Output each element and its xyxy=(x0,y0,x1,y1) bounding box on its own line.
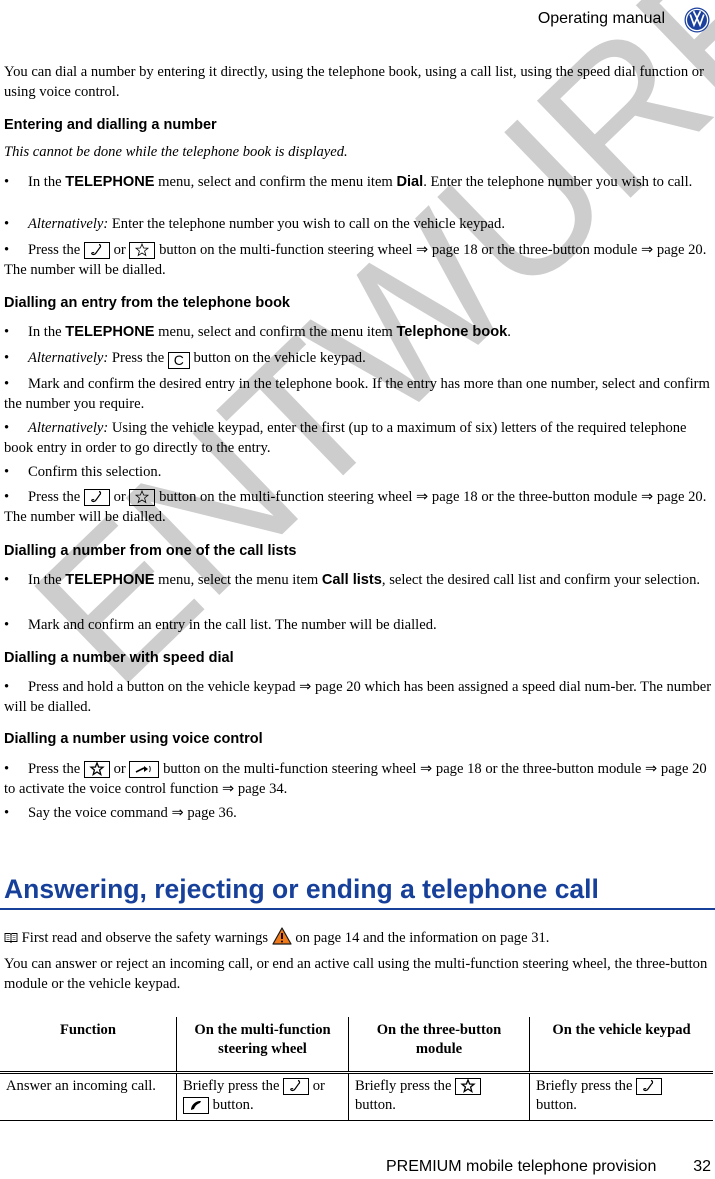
cell-vehicle-keypad: Briefly press the button. xyxy=(529,1072,713,1121)
menu-name: TELEPHONE xyxy=(65,572,155,588)
intro-paragraph: You can dial a number by entering it dir… xyxy=(4,64,704,100)
list-item: • In the TELEPHONE menu, select and confi… xyxy=(4,324,511,340)
answering-intro: You can answer or reject an incoming cal… xyxy=(4,956,708,992)
warning-icon xyxy=(272,927,292,945)
phone-key-icon xyxy=(283,1078,310,1095)
cell-function: Answer an incoming call. xyxy=(0,1072,177,1121)
list-item: • In the TELEPHONE menu, select and confi… xyxy=(4,174,693,190)
star-key-icon xyxy=(129,489,156,506)
list-item: • Press the or button on the multi-functi… xyxy=(4,489,707,525)
star-key-icon xyxy=(83,761,110,778)
star-key-icon xyxy=(129,242,156,259)
header-title: Operating manual xyxy=(537,10,665,27)
star-key-icon xyxy=(455,1078,482,1095)
list-item: • Alternatively: Press the C button on th… xyxy=(4,350,366,369)
handset-key-icon xyxy=(183,1097,209,1114)
menu-name: TELEPHONE xyxy=(65,174,155,190)
section-title-voice: Dialling a number using voice control xyxy=(4,731,263,747)
column-header-function: Function xyxy=(0,1017,177,1074)
column-header-steering-wheel: On the multi-function steering wheel xyxy=(176,1017,349,1074)
voice-control-key-icon xyxy=(129,761,160,778)
column-header-vehicle-keypad: On the vehicle keypad xyxy=(529,1017,713,1074)
entering-note: This cannot be done while the telephone … xyxy=(4,144,348,160)
section-title-book: Dialling an entry from the telephone boo… xyxy=(4,295,290,311)
page-title: Answering, rejecting or ending a telepho… xyxy=(4,874,599,904)
list-item: • Alternatively: Using the vehicle keypad… xyxy=(4,420,687,456)
list-item: • Confirm this selection. xyxy=(4,464,162,480)
c-key: C xyxy=(167,352,190,369)
heading-rule xyxy=(0,908,715,910)
safety-note: First read and observe the safety warnin… xyxy=(4,927,711,948)
menu-item-name: Call lists xyxy=(321,572,382,588)
table-header-row: Function On the multi-function steering … xyxy=(0,1017,713,1074)
phone-key-icon xyxy=(83,489,110,506)
section-title-speed: Dialling a number with speed dial xyxy=(4,650,234,666)
list-item: • Mark and confirm the desired entry in t… xyxy=(4,376,710,412)
phone-key-icon xyxy=(636,1078,663,1095)
cell-three-button-module: Briefly press the button. xyxy=(348,1072,530,1121)
table-row: Answer an incoming call. Briefly press t… xyxy=(0,1072,713,1121)
list-item: • In the TELEPHONE menu, select the menu … xyxy=(4,572,701,588)
section-title-entering: Entering and dialling a number xyxy=(4,117,217,133)
vw-logo-icon xyxy=(684,7,710,33)
phone-key-icon xyxy=(83,242,110,259)
list-item: • Alternatively: Enter the telephone numb… xyxy=(4,216,505,232)
list-item: • Say the voice command ⇒ page 36. xyxy=(4,805,237,821)
list-item: • Press the or button on the multi-functi… xyxy=(4,242,707,278)
menu-item-name: Telephone book xyxy=(396,324,508,340)
list-item: • Press and hold a button on the vehicle … xyxy=(4,679,712,715)
menu-item-name: Dial xyxy=(396,174,424,190)
column-header-three-button-module: On the three-button module xyxy=(348,1017,530,1074)
list-item: • Press the or button on the multi-functi… xyxy=(4,761,707,797)
page-header: Operating manual xyxy=(0,6,715,36)
book-icon xyxy=(4,933,18,943)
cell-steering-wheel: Briefly press the or button. xyxy=(176,1072,349,1121)
section-title-calllists: Dialling a number from one of the call l… xyxy=(4,543,297,559)
menu-name: TELEPHONE xyxy=(65,324,155,340)
function-table: Function On the multi-function steering … xyxy=(0,1017,713,1121)
list-item: • Mark and confirm an entry in the call l… xyxy=(4,617,437,633)
footer-title: PREMIUM mobile telephone provision xyxy=(386,1158,657,1175)
page-number: 32 xyxy=(693,1158,711,1175)
